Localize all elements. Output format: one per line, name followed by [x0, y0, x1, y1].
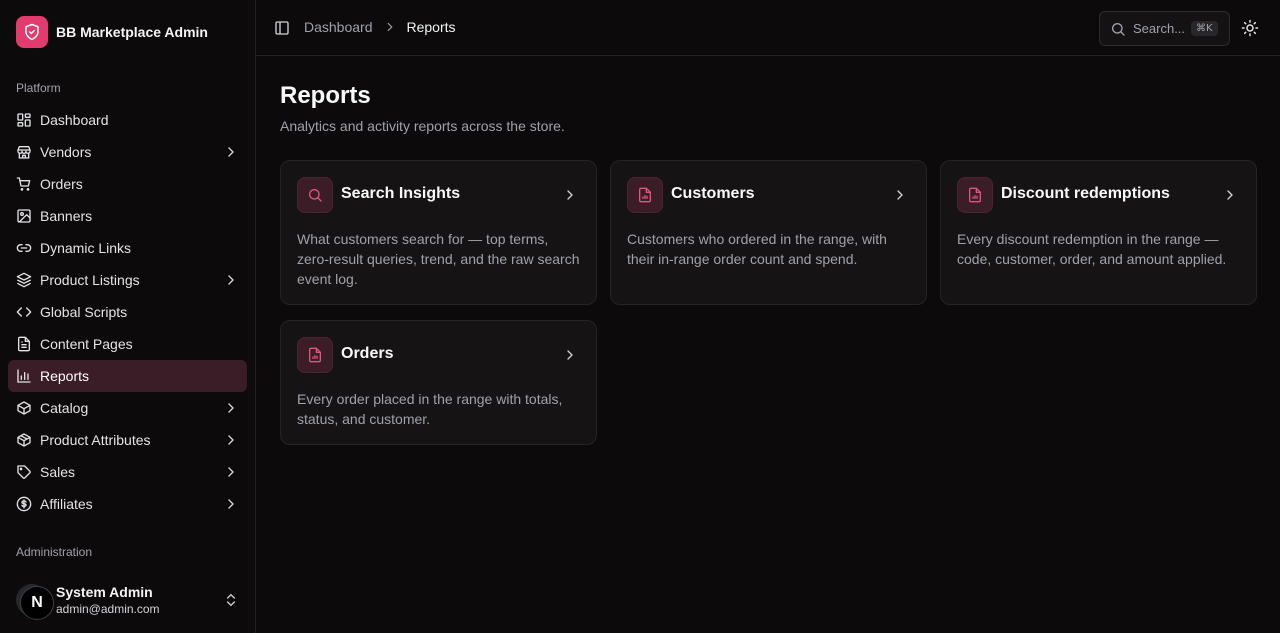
sidebar-item-banners[interactable]: Banners	[8, 200, 247, 232]
page-title: Reports	[280, 82, 371, 109]
link-icon	[16, 244, 32, 252]
tag-icon	[17, 465, 31, 479]
chevron-right-icon	[567, 190, 573, 200]
file-chart-icon	[957, 177, 993, 213]
shopping-cart-icon	[16, 177, 31, 191]
sidebar-item-catalog[interactable]: Catalog	[8, 392, 247, 424]
box-icon	[17, 401, 31, 415]
sidebar-item-reports[interactable]: Reports	[8, 360, 247, 392]
sidebar-item-product-attributes[interactable]: Product Attributes	[8, 424, 247, 456]
brand[interactable]: BB Marketplace Admin	[16, 16, 208, 48]
dollar-circle-icon	[16, 496, 32, 512]
breadcrumb-dashboard[interactable]: Dashboard	[304, 19, 373, 35]
sidebar-item-label: Product Listings	[40, 272, 140, 288]
sidebar-item-dashboard[interactable]: Dashboard	[8, 104, 247, 136]
breadcrumb-current: Reports	[406, 19, 456, 35]
user-email: admin@admin.com	[56, 602, 160, 616]
file-chart-icon	[627, 177, 663, 213]
topbar: Dashboard Reports Search... ⌘K	[256, 0, 1280, 56]
sidebar-item-label: Content Pages	[40, 336, 133, 352]
card-description: Every discount redemption in the range —…	[957, 231, 1227, 267]
store-icon	[17, 146, 31, 159]
sidebar-item-label: Product Attributes	[40, 432, 151, 448]
sidebar-item-sales[interactable]: Sales	[8, 456, 247, 488]
sidebar-item-label: Orders	[40, 176, 83, 192]
sidebar-item-label: Affiliates	[40, 496, 93, 512]
sidebar-item-label: Reports	[40, 368, 90, 384]
app-name: BB Marketplace Admin	[56, 24, 208, 40]
sidebar-toggle-icon[interactable]	[274, 20, 290, 36]
sidebar-item-global-scripts[interactable]: Global Scripts	[8, 296, 247, 328]
chevron-right-icon	[387, 22, 393, 32]
sidebar-item-label: Dynamic Links	[40, 240, 132, 256]
sidebar-item-label: Banners	[40, 208, 93, 224]
user-menu[interactable]: N System Admin admin@admin.com	[16, 576, 248, 624]
package-icon	[17, 433, 31, 447]
chevron-right-icon	[1227, 190, 1233, 200]
sidebar: BB Marketplace Admin Platform Dashboard …	[0, 0, 256, 633]
file-chart-icon	[297, 337, 333, 373]
sidebar-item-dynamic-links[interactable]: Dynamic Links	[8, 232, 247, 264]
report-card-search-insights[interactable]: Search Insights What customers search fo…	[280, 160, 597, 305]
chevron-right-icon	[228, 147, 234, 157]
layers-icon	[16, 272, 32, 288]
shield-icon	[16, 16, 48, 48]
sidebar-item-product-listings[interactable]: Product Listings	[8, 264, 247, 296]
report-card-orders[interactable]: Orders Every order placed in the range w…	[280, 320, 597, 445]
sidebar-item-vendors[interactable]: Vendors	[8, 136, 247, 168]
sidebar-item-label: Global Scripts	[40, 304, 128, 320]
search-icon	[297, 177, 333, 213]
user-info: System Admin admin@admin.com	[56, 583, 160, 617]
avatar: N	[16, 584, 54, 620]
card-title: Search Insights	[341, 185, 461, 202]
chevron-right-icon	[228, 499, 234, 509]
sidebar-item-label: Dashboard	[40, 112, 109, 128]
sidebar-nav: Dashboard Vendors Orders Banners Dynamic…	[8, 104, 247, 520]
chevron-right-icon	[228, 275, 234, 285]
report-card-discount-redemptions[interactable]: Discount redemptions Every discount rede…	[940, 160, 1257, 305]
avatar-badge: N	[20, 586, 54, 620]
sidebar-item-label: Catalog	[40, 400, 89, 416]
chevron-right-icon	[228, 467, 234, 477]
card-title: Orders	[341, 345, 394, 362]
sidebar-item-orders[interactable]: Orders	[8, 168, 247, 200]
image-icon	[17, 209, 31, 223]
card-title: Discount redemptions	[1001, 185, 1170, 202]
chevron-right-icon	[228, 435, 234, 445]
card-description: Every order placed in the range with tot…	[297, 391, 563, 427]
search-icon	[1112, 22, 1125, 36]
bar-chart-icon	[17, 369, 31, 383]
sidebar-item-label: Vendors	[40, 144, 92, 160]
user-name: System Admin	[56, 584, 153, 600]
page-subtitle: Analytics and activity reports across th…	[280, 118, 565, 134]
report-card-customers[interactable]: Customers Customers who ordered in the r…	[610, 160, 927, 305]
layout-dashboard-icon	[17, 113, 31, 127]
search-shortcut: ⌘K	[1191, 21, 1218, 36]
breadcrumb: Dashboard Reports	[304, 19, 456, 35]
sun-icon[interactable]	[1241, 19, 1259, 37]
sidebar-item-affiliates[interactable]: Affiliates	[8, 488, 247, 520]
sidebar-item-content-pages[interactable]: Content Pages	[8, 328, 247, 360]
file-text-icon	[18, 336, 30, 352]
chevron-right-icon	[897, 190, 903, 200]
search-button[interactable]: Search... ⌘K	[1099, 11, 1230, 46]
chevrons-up-down-icon	[227, 593, 235, 607]
code-icon	[16, 307, 32, 317]
group-label-platform: Platform	[16, 81, 61, 95]
card-title: Customers	[671, 185, 755, 202]
chevron-right-icon	[567, 350, 573, 360]
group-label-administration: Administration	[16, 545, 93, 559]
card-description: What customers search for — top terms, z…	[297, 231, 580, 287]
sidebar-item-label: Sales	[40, 464, 76, 480]
chevron-right-icon	[228, 403, 234, 413]
card-description: Customers who ordered in the range, with…	[627, 231, 887, 267]
search-placeholder: Search...	[1133, 21, 1186, 36]
